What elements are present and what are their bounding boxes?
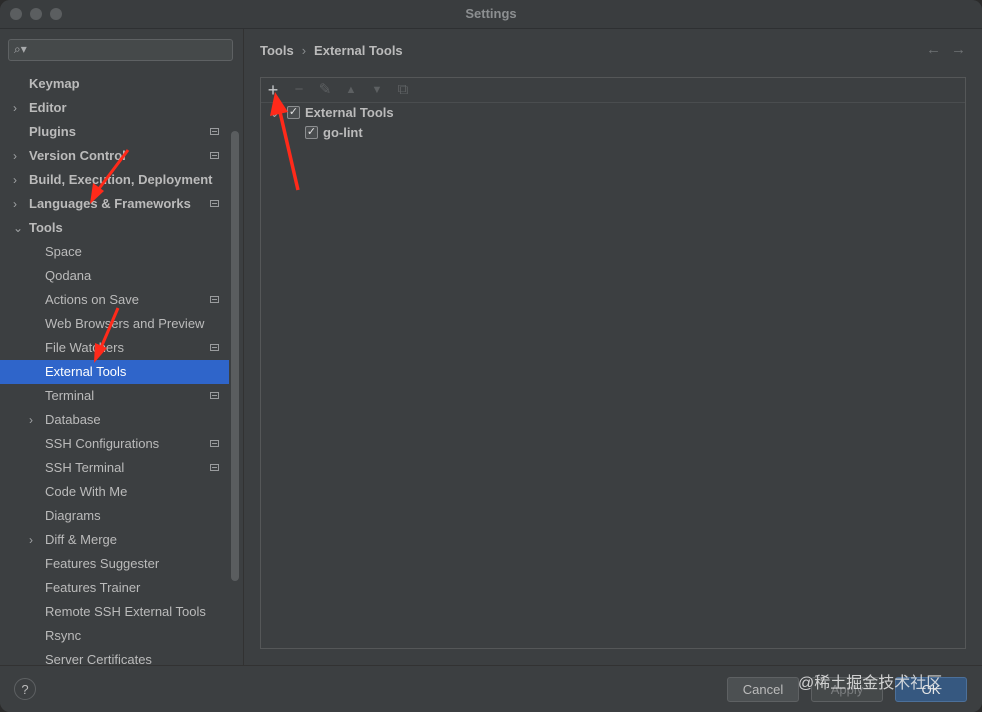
annotation-arrow-add-button	[278, 111, 300, 191]
settings-window: Settings ⌕▾ Keymap › Editor Plugins › Version…	[0, 0, 982, 712]
annotation-arrowhead-external-tools	[94, 343, 107, 363]
annotation-arrowhead-add-button	[270, 92, 288, 116]
annotation-arrow-external-tools	[98, 307, 120, 351]
annotation-arrow-languages	[96, 149, 130, 191]
annotation-arrows	[90, 92, 300, 363]
